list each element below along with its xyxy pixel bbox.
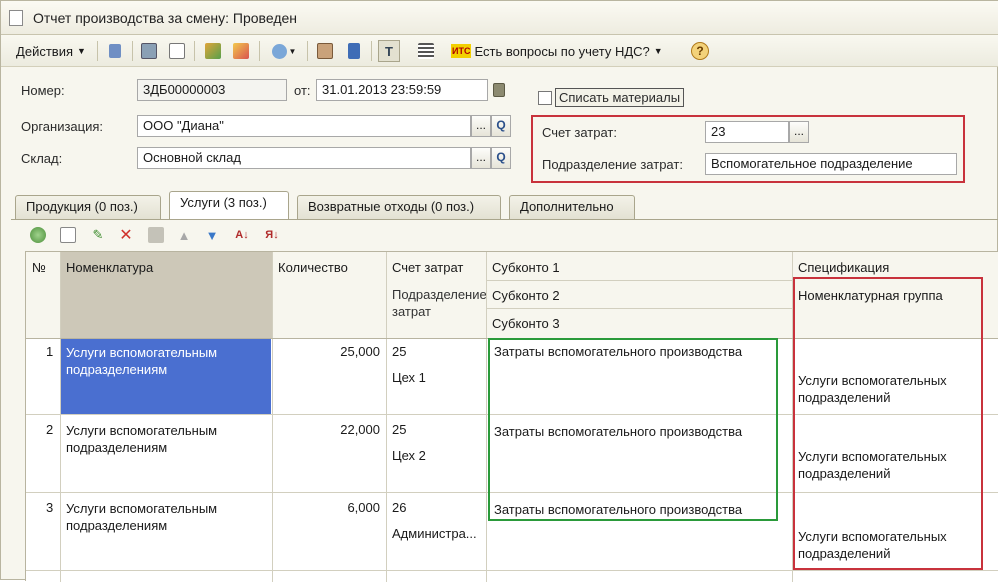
- row-num: 1: [46, 344, 54, 359]
- copy-icon[interactable]: [230, 40, 252, 62]
- add-row-icon[interactable]: [27, 224, 49, 246]
- window-title: Отчет производства за смену: Проведен: [33, 10, 298, 26]
- organization-field[interactable]: ООО "Диана": [137, 115, 471, 137]
- title-bar: Отчет производства за смену: Проведен: [1, 1, 998, 35]
- col-subconto1-header[interactable]: Субконто 1: [492, 260, 560, 275]
- structure-icon[interactable]: Т: [378, 40, 400, 62]
- tab-products[interactable]: Продукция (0 поз.): [15, 195, 161, 219]
- journal-icon[interactable]: [343, 40, 365, 62]
- row-nomenclature[interactable]: Услуги вспомогательным подразделениям: [66, 422, 246, 456]
- row-nomenclature[interactable]: Услуги вспомогательным подразделениям: [66, 344, 246, 378]
- tab-services[interactable]: Услуги (3 поз.): [169, 191, 289, 220]
- row-quantity[interactable]: 22,000: [276, 422, 380, 437]
- document-icon: [9, 10, 23, 26]
- chevron-down-icon: ▼: [653, 46, 663, 56]
- number-label: Номер:: [21, 83, 65, 98]
- tab-strip: Продукция (0 поз.) Услуги (3 поз.) Возвр…: [1, 189, 998, 220]
- navigate-icon[interactable]: ▼: [267, 40, 301, 62]
- actions-menu-label: Действия: [16, 43, 74, 59]
- calendar-button[interactable]: [489, 79, 509, 101]
- sort-asc-icon[interactable]: A↓: [231, 224, 253, 246]
- row-quantity[interactable]: 6,000: [276, 500, 380, 515]
- row-account[interactable]: 25: [392, 344, 406, 359]
- row-department[interactable]: Цех 1: [392, 370, 426, 385]
- delete-row-icon[interactable]: ✕: [115, 224, 137, 246]
- number-field[interactable]: 3ДБ00000003: [137, 79, 287, 101]
- copy-row-icon[interactable]: [57, 224, 79, 246]
- report-icon[interactable]: [314, 40, 336, 62]
- nomgroup-highlight: [793, 277, 983, 570]
- fill-icon[interactable]: [202, 40, 224, 62]
- col-nomenclature-header[interactable]: Номенклатура: [66, 260, 153, 275]
- col-subconto3-header[interactable]: Субконто 3: [492, 316, 560, 331]
- row-department[interactable]: Цех 2: [392, 448, 426, 463]
- col-specification-header[interactable]: Спецификация: [798, 260, 889, 275]
- date-label: от:: [294, 83, 311, 98]
- sort-desc-icon[interactable]: Я↓: [261, 224, 283, 246]
- edit-row-icon[interactable]: ✎: [87, 224, 109, 246]
- col-quantity-header[interactable]: Количество: [278, 260, 348, 275]
- print-preview-icon[interactable]: [166, 40, 188, 62]
- vat-questions-menu[interactable]: ИТС Есть вопросы по учету НДС? ▼: [451, 40, 676, 62]
- move-down-icon[interactable]: ▼: [201, 224, 223, 246]
- vat-questions-label: Есть вопросы по учету НДС?: [474, 43, 650, 59]
- row-nomenclature[interactable]: Услуги вспомогательным подразделениям: [66, 500, 246, 534]
- organization-select-button[interactable]: ...: [471, 115, 491, 137]
- document-window: Отчет производства за смену: Проведен Де…: [0, 0, 998, 582]
- row-account[interactable]: 25: [392, 422, 406, 437]
- table-toolbar: ✎ ✕ ▲ ▼ A↓ Я↓: [11, 223, 998, 249]
- cost-department-field[interactable]: Вспомогательное подразделение: [705, 153, 957, 175]
- warehouse-search-icon[interactable]: Q: [491, 147, 511, 169]
- save-icon[interactable]: [138, 40, 160, 62]
- row-num: 2: [46, 422, 54, 437]
- col-department-header[interactable]: Подразделение затрат: [392, 286, 487, 320]
- list-icon[interactable]: [415, 40, 437, 62]
- row-account[interactable]: 26: [392, 500, 406, 515]
- cost-account-field[interactable]: 23: [705, 121, 789, 143]
- help-icon: ?: [691, 42, 709, 60]
- cost-account-select-button[interactable]: ...: [789, 121, 809, 143]
- tab-additional[interactable]: Дополнительно: [509, 195, 635, 219]
- chevron-down-icon: ▼: [77, 46, 86, 56]
- move-up-icon[interactable]: ▲: [173, 224, 195, 246]
- col-account-header[interactable]: Счет затрат: [392, 260, 463, 275]
- row-quantity[interactable]: 25,000: [276, 344, 380, 359]
- organization-label: Организация:: [21, 119, 104, 134]
- actions-menu[interactable]: Действия ▼: [9, 40, 93, 62]
- post-icon[interactable]: [104, 40, 126, 62]
- tab-returnable-waste[interactable]: Возвратные отходы (0 поз.): [297, 195, 501, 219]
- cost-account-label: Счет затрат:: [542, 125, 617, 140]
- writeoff-label[interactable]: Списать материалы: [555, 88, 685, 107]
- row-num: 3: [46, 500, 54, 515]
- main-toolbar: Действия ▼ ▼ Т ИТС Есть вопросы по учету…: [1, 35, 998, 67]
- calendar-icon: [493, 83, 505, 97]
- subconto-highlight: [488, 338, 778, 521]
- writeoff-checkbox[interactable]: [538, 91, 552, 105]
- row-department[interactable]: Администра...: [392, 526, 477, 541]
- warehouse-select-button[interactable]: ...: [471, 147, 491, 169]
- col-num-header[interactable]: №: [32, 260, 46, 275]
- warehouse-field[interactable]: Основной склад: [137, 147, 471, 169]
- organization-search-icon[interactable]: Q: [491, 115, 511, 137]
- help-button[interactable]: ?: [689, 40, 711, 62]
- end-edit-icon[interactable]: [145, 224, 167, 246]
- its-icon: ИТС: [451, 44, 472, 58]
- warehouse-label: Склад:: [21, 151, 63, 166]
- date-field[interactable]: 31.01.2013 23:59:59: [316, 79, 488, 101]
- cost-department-label: Подразделение затрат:: [542, 157, 683, 172]
- col-subconto2-header[interactable]: Субконто 2: [492, 288, 560, 303]
